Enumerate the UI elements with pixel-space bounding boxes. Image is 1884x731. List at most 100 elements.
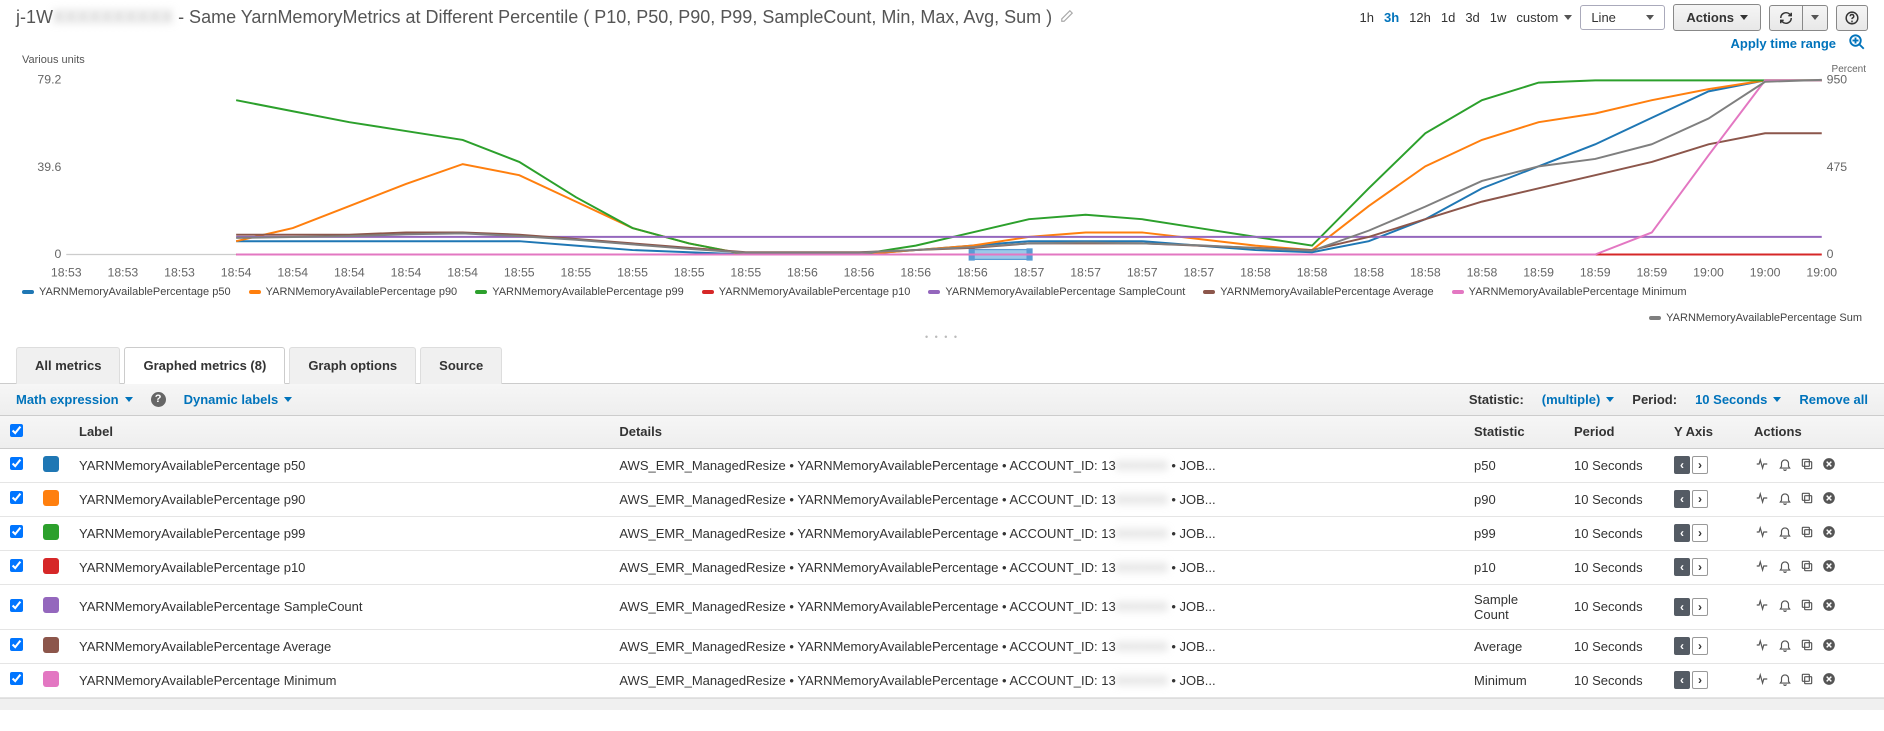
math-expression-dropdown[interactable]: Math expression [16,392,133,407]
row-checkbox[interactable] [10,638,23,651]
row-checkbox[interactable] [10,672,23,685]
remove-icon[interactable] [1822,559,1836,576]
math-help-icon[interactable]: ? [151,392,166,407]
duplicate-icon[interactable] [1800,672,1814,689]
pulse-icon[interactable] [1754,559,1770,576]
zoom-icon[interactable] [1848,33,1866,54]
actions-menu-button[interactable]: Actions [1673,4,1761,31]
row-statistic[interactable]: Average [1464,629,1564,663]
pulse-icon[interactable] [1754,598,1770,615]
legend-item[interactable]: YARNMemoryAvailablePercentage SampleCoun… [928,286,1185,298]
row-checkbox[interactable] [10,457,23,470]
yaxis-right-button[interactable]: › [1692,598,1708,616]
row-period[interactable]: 10 Seconds [1564,516,1664,550]
legend-item[interactable]: YARNMemoryAvailablePercentage p99 [475,286,684,298]
color-swatch-icon[interactable] [43,456,59,472]
alarm-icon[interactable] [1778,598,1792,615]
row-period[interactable]: 10 Seconds [1564,448,1664,482]
time-range-1w[interactable]: 1w [1490,10,1507,25]
yaxis-right-button[interactable]: › [1692,637,1708,655]
row-checkbox[interactable] [10,599,23,612]
refresh-button[interactable] [1769,5,1803,31]
remove-icon[interactable] [1822,598,1836,615]
help-button[interactable] [1836,5,1868,31]
yaxis-left-button[interactable]: ‹ [1674,558,1690,576]
remove-icon[interactable] [1822,672,1836,689]
tab-graphed-metrics-8-[interactable]: Graphed metrics (8) [124,347,285,384]
alarm-icon[interactable] [1778,638,1792,655]
color-swatch-icon[interactable] [43,671,59,687]
remove-icon[interactable] [1822,638,1836,655]
legend-item[interactable]: YARNMemoryAvailablePercentage p10 [702,286,911,298]
tab-graph-options[interactable]: Graph options [289,347,416,384]
color-swatch-icon[interactable] [43,558,59,574]
time-range-1d[interactable]: 1d [1441,10,1455,25]
time-range-1h[interactable]: 1h [1360,10,1374,25]
time-range-custom[interactable]: custom [1516,10,1558,25]
yaxis-right-button[interactable]: › [1692,490,1708,508]
refresh-dropdown-button[interactable] [1803,5,1828,31]
select-all-checkbox[interactable] [10,424,23,437]
remove-icon[interactable] [1822,491,1836,508]
duplicate-icon[interactable] [1800,598,1814,615]
row-period[interactable]: 10 Seconds [1564,663,1664,697]
time-range-12h[interactable]: 12h [1409,10,1431,25]
yaxis-left-button[interactable]: ‹ [1674,456,1690,474]
legend-item[interactable]: YARNMemoryAvailablePercentage Average [1203,286,1433,298]
dynamic-labels-dropdown[interactable]: Dynamic labels [184,392,293,407]
time-range-3h[interactable]: 3h [1384,10,1399,25]
color-swatch-icon[interactable] [43,597,59,613]
alarm-icon[interactable] [1778,457,1792,474]
yaxis-right-button[interactable]: › [1692,456,1708,474]
row-statistic[interactable]: p99 [1464,516,1564,550]
color-swatch-icon[interactable] [43,637,59,653]
color-swatch-icon[interactable] [43,490,59,506]
time-range-3d[interactable]: 3d [1465,10,1479,25]
color-swatch-icon[interactable] [43,524,59,540]
legend-item[interactable]: YARNMemoryAvailablePercentage Minimum [1452,286,1687,298]
duplicate-icon[interactable] [1800,457,1814,474]
row-period[interactable]: 10 Seconds [1564,482,1664,516]
row-statistic[interactable]: p90 [1464,482,1564,516]
duplicate-icon[interactable] [1800,525,1814,542]
yaxis-left-button[interactable]: ‹ [1674,637,1690,655]
row-statistic[interactable]: Minimum [1464,663,1564,697]
row-period[interactable]: 10 Seconds [1564,550,1664,584]
period-dropdown[interactable]: 10 Seconds [1695,392,1781,407]
alarm-icon[interactable] [1778,525,1792,542]
alarm-icon[interactable] [1778,559,1792,576]
apply-time-range-link[interactable]: Apply time range [1731,36,1836,51]
row-statistic[interactable]: p50 [1464,448,1564,482]
remove-all-link[interactable]: Remove all [1799,392,1868,407]
duplicate-icon[interactable] [1800,559,1814,576]
pulse-icon[interactable] [1754,525,1770,542]
yaxis-right-button[interactable]: › [1692,524,1708,542]
alarm-icon[interactable] [1778,491,1792,508]
remove-icon[interactable] [1822,457,1836,474]
chart-type-select[interactable]: Line [1580,5,1665,30]
row-period[interactable]: 10 Seconds [1564,584,1664,629]
yaxis-right-button[interactable]: › [1692,671,1708,689]
yaxis-left-button[interactable]: ‹ [1674,490,1690,508]
row-period[interactable]: 10 Seconds [1564,629,1664,663]
tab-all-metrics[interactable]: All metrics [16,347,120,384]
yaxis-left-button[interactable]: ‹ [1674,598,1690,616]
horizontal-scrollbar[interactable] [0,698,1884,710]
pulse-icon[interactable] [1754,457,1770,474]
statistic-dropdown[interactable]: (multiple) [1542,392,1615,407]
row-checkbox[interactable] [10,559,23,572]
duplicate-icon[interactable] [1800,638,1814,655]
legend-item[interactable]: YARNMemoryAvailablePercentage Sum [1649,312,1862,324]
alarm-icon[interactable] [1778,672,1792,689]
row-checkbox[interactable] [10,525,23,538]
legend-item[interactable]: YARNMemoryAvailablePercentage p90 [249,286,458,298]
pulse-icon[interactable] [1754,638,1770,655]
duplicate-icon[interactable] [1800,491,1814,508]
remove-icon[interactable] [1822,525,1836,542]
legend-item[interactable]: YARNMemoryAvailablePercentage p50 [22,286,231,298]
chart-area[interactable]: 039.679.2047595018:5318:5318:5318:5418:5… [0,75,1884,284]
row-checkbox[interactable] [10,491,23,504]
row-statistic[interactable]: Sample Count [1464,584,1564,629]
row-statistic[interactable]: p10 [1464,550,1564,584]
pulse-icon[interactable] [1754,672,1770,689]
